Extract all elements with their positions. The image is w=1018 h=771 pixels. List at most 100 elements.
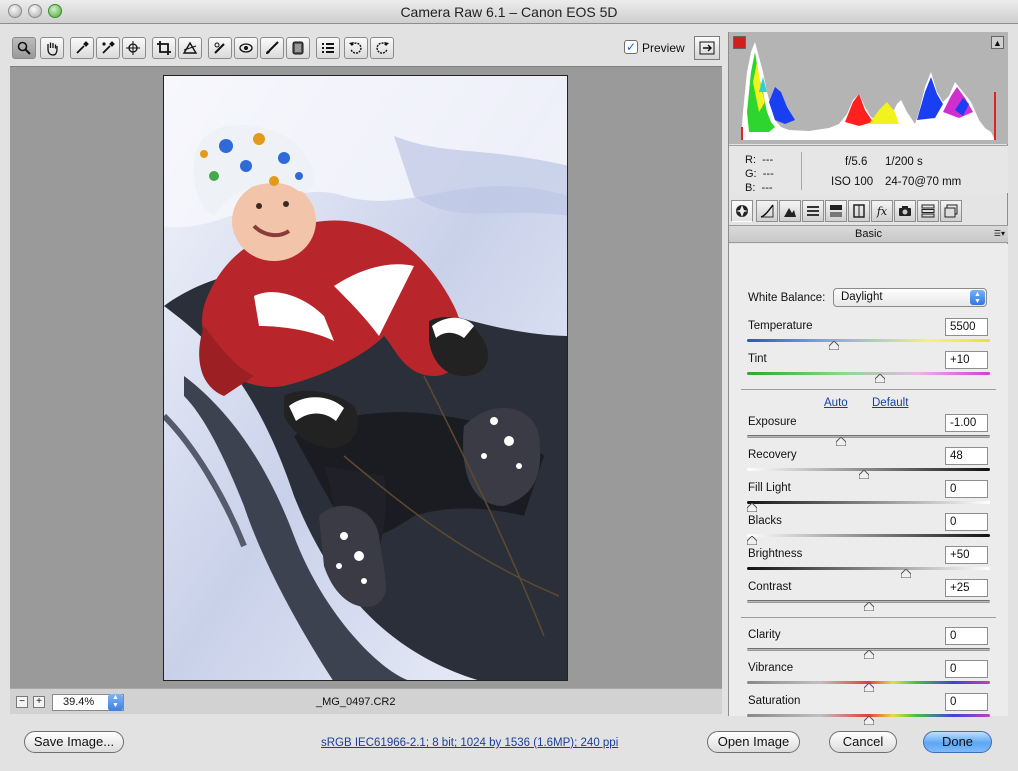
highlight-clipping-warning-icon[interactable]: ▲ (991, 36, 1004, 49)
filename-label: _MG_0497.CR2 (316, 696, 396, 708)
white-balance-select[interactable]: Daylight ▲ ▼ (833, 288, 987, 307)
zoom-in-button[interactable]: + (33, 696, 45, 708)
presets-tab-icon[interactable] (917, 200, 939, 222)
auto-link[interactable]: Auto (824, 397, 848, 409)
fill-light-slider-thumb[interactable] (747, 503, 757, 512)
default-link[interactable]: Default (872, 397, 908, 409)
g-label: G: (745, 168, 757, 180)
gradient-icon[interactable] (286, 37, 310, 59)
section-title: Basic (855, 228, 882, 240)
saturation-label: Saturation (748, 695, 801, 707)
b-value: --- (761, 182, 773, 194)
target-icon[interactable] (122, 37, 146, 59)
blacks-slider[interactable] (747, 534, 990, 537)
clarity-slider-thumb[interactable] (863, 650, 874, 659)
zoom-out-button[interactable]: − (16, 696, 28, 708)
r-value: --- (762, 154, 774, 166)
vibrance-slider-thumb[interactable] (863, 683, 874, 692)
split-toning-tab-icon[interactable] (825, 200, 847, 222)
brightness-slider[interactable] (747, 567, 990, 570)
panel-menu-icon[interactable]: ☰▾ (994, 229, 1005, 238)
rotate-cw-icon[interactable] (370, 37, 394, 59)
hand-icon[interactable] (40, 37, 64, 59)
white-balance-label: White Balance: (748, 292, 826, 304)
recovery-slider-thumb[interactable] (858, 470, 869, 479)
exposure-field[interactable]: -1.00 (945, 414, 988, 432)
saturation-slider-thumb[interactable] (863, 716, 874, 725)
clarity-field[interactable]: 0 (945, 627, 988, 645)
spot-brush-icon[interactable] (208, 37, 232, 59)
photo-preview (163, 75, 568, 681)
tint-slider-thumb[interactable] (875, 374, 886, 383)
snapshots-tab-icon[interactable] (940, 200, 962, 222)
aperture-value: f/5.6 (845, 156, 868, 168)
blacks-slider-thumb[interactable] (747, 536, 757, 545)
temperature-slider[interactable] (747, 339, 990, 342)
basic-tab-icon[interactable] (731, 200, 753, 222)
effects-tab-icon[interactable]: fx (871, 200, 893, 222)
vibrance-field[interactable]: 0 (945, 660, 988, 678)
save-image-button[interactable]: Save Image... (24, 731, 124, 753)
crop-icon[interactable] (152, 37, 176, 59)
window-title: Camera Raw 6.1 – Canon EOS 5D (400, 4, 618, 20)
recovery-label: Recovery (748, 449, 797, 461)
magnifier-icon[interactable] (12, 37, 36, 59)
r-label: R: (745, 154, 756, 166)
temperature-field[interactable]: 5500 (945, 318, 988, 336)
temperature-label: Temperature (748, 320, 813, 332)
open-image-button[interactable]: Open Image (707, 731, 800, 753)
title-bar: Camera Raw 6.1 – Canon EOS 5D (0, 0, 1018, 24)
tint-label: Tint (748, 353, 767, 365)
image-preview-area[interactable] (10, 66, 722, 688)
rotate-ccw-icon[interactable] (344, 37, 368, 59)
camera-calibration-tab-icon[interactable] (894, 200, 916, 222)
zoom-stepper-icon[interactable]: ▲ ▼ (108, 694, 123, 711)
shadow-clipping-warning-icon[interactable] (733, 36, 746, 49)
fullscreen-icon (699, 41, 715, 55)
brightness-field[interactable]: +50 (945, 546, 988, 564)
exposure-slider[interactable] (747, 435, 990, 438)
exposure-slider-thumb[interactable] (835, 437, 846, 446)
camera-info-readout: R: --- G: --- B: --- f/5.6 1/200 s ISO 1… (729, 145, 1008, 194)
hsl-tab-icon[interactable] (802, 200, 824, 222)
cancel-button[interactable]: Cancel (829, 731, 897, 753)
brush-icon[interactable] (260, 37, 284, 59)
fill-light-slider[interactable] (747, 501, 990, 504)
temperature-slider-thumb[interactable] (828, 341, 839, 350)
preview-label: Preview (642, 41, 685, 55)
fill-light-field[interactable]: 0 (945, 480, 988, 498)
panel-tabs: fx (729, 200, 1008, 224)
toolbar: ✓ Preview (10, 34, 722, 64)
saturation-field[interactable]: 0 (945, 693, 988, 711)
recovery-field[interactable]: 48 (945, 447, 988, 465)
g-value: --- (762, 168, 774, 180)
exposure-label: Exposure (748, 416, 797, 428)
red-eye-icon[interactable] (234, 37, 258, 59)
basic-settings: White Balance: Daylight ▲ ▼ Temperature 5… (729, 244, 1008, 725)
fill-light-label: Fill Light (748, 482, 791, 494)
contrast-slider-thumb[interactable] (863, 602, 874, 611)
iso-value: ISO 100 (831, 176, 874, 188)
list-icon[interactable] (316, 37, 340, 59)
zoom-level-select[interactable]: 39.4% ▲ ▼ (52, 694, 124, 711)
tone-curve-tab-icon[interactable] (756, 200, 778, 222)
tint-field[interactable]: +10 (945, 351, 988, 369)
straighten-icon[interactable] (178, 37, 202, 59)
camera-raw-window: Camera Raw 6.1 – Canon EOS 5D ✓ Preview … (0, 0, 1018, 771)
workflow-options-link[interactable]: sRGB IEC61966-2.1; 8 bit; 1024 by 1536 (… (321, 737, 618, 749)
fullscreen-button[interactable] (694, 36, 720, 60)
preview-checkbox[interactable]: ✓ (624, 40, 638, 54)
preview-status-bar: − + 39.4% ▲ ▼ _MG_0497.CR2 (10, 688, 722, 714)
blacks-field[interactable]: 0 (945, 513, 988, 531)
detail-tab-icon[interactable] (779, 200, 801, 222)
zoom-level-value: 39.4% (63, 696, 95, 708)
shutter-value: 1/200 s (885, 156, 923, 168)
color-sampler-icon[interactable] (96, 37, 120, 59)
brightness-slider-thumb[interactable] (900, 569, 911, 578)
done-button[interactable]: Done (923, 731, 992, 753)
blacks-label: Blacks (748, 515, 782, 527)
tint-slider[interactable] (747, 372, 990, 375)
eyedropper-icon[interactable] (70, 37, 94, 59)
contrast-field[interactable]: +25 (945, 579, 988, 597)
lens-corrections-tab-icon[interactable] (848, 200, 870, 222)
